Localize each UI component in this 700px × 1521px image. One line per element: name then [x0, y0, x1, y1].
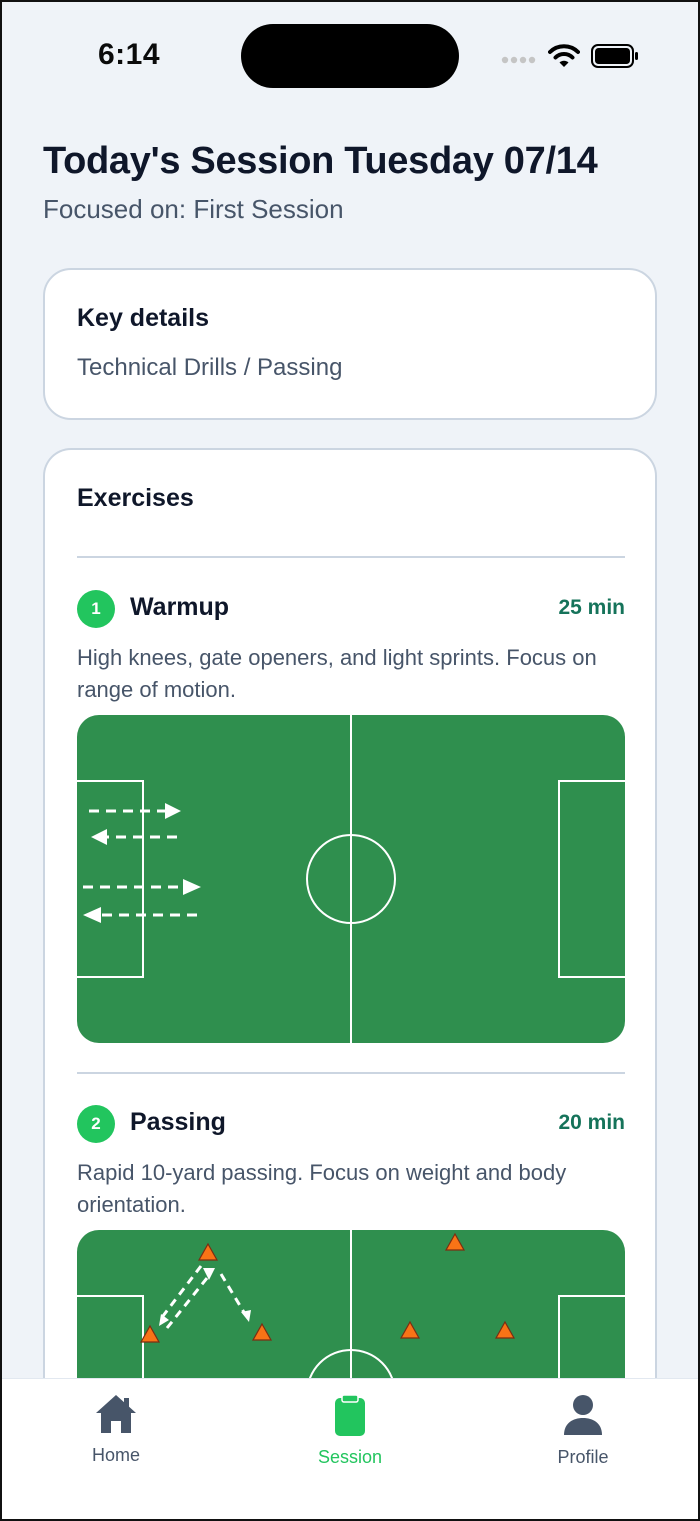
dynamic-island [241, 24, 459, 88]
exercises-card: Exercises 1 Warmup 25 min High knees, ga… [43, 448, 657, 1521]
exercise-number-badge: 1 [77, 590, 115, 628]
battery-icon [591, 44, 638, 68]
exercises-heading: Exercises [77, 484, 194, 512]
nav-item-home[interactable]: Home [56, 1393, 176, 1466]
key-details-card: Key details Technical Drills / Passing [43, 268, 657, 420]
warmup-pitch-diagram [77, 715, 625, 1043]
person-icon [564, 1395, 602, 1435]
divider [77, 1072, 625, 1074]
exercise-description: Rapid 10-yard passing. Focus on weight a… [77, 1160, 567, 1217]
wifi-icon [548, 44, 580, 67]
exercise-duration: 20 min [558, 1111, 625, 1134]
status-time: 6:14 [98, 38, 161, 71]
clipboard-icon [335, 1394, 365, 1436]
nav-item-session[interactable]: Session [290, 1393, 410, 1468]
page-title: Today's Session Tuesday 07/14 [43, 140, 598, 182]
exercise-number-badge: 2 [77, 1105, 115, 1143]
nav-label-profile: Profile [557, 1447, 609, 1467]
home-icon [96, 1395, 136, 1433]
exercise-description: High knees, gate openers, and light spri… [77, 645, 597, 702]
page-subtitle: Focused on: First Session [43, 194, 344, 224]
cellular-signal-icon [501, 56, 536, 64]
exercise-name: Warmup [130, 593, 230, 621]
key-details-text: Technical Drills / Passing [77, 354, 343, 381]
divider [77, 556, 625, 558]
exercise-name: Passing [130, 1108, 226, 1136]
bottom-navigation: Home Session Profile [0, 1378, 700, 1521]
exercise-item-warmup[interactable]: 1 Warmup 25 min High knees, gate openers… [77, 590, 625, 1046]
exercise-duration: 25 min [558, 596, 625, 619]
nav-item-profile[interactable]: Profile [523, 1393, 643, 1468]
key-details-heading: Key details [77, 304, 210, 332]
nav-label-session: Session [317, 1447, 383, 1467]
nav-label-home: Home [91, 1445, 140, 1465]
